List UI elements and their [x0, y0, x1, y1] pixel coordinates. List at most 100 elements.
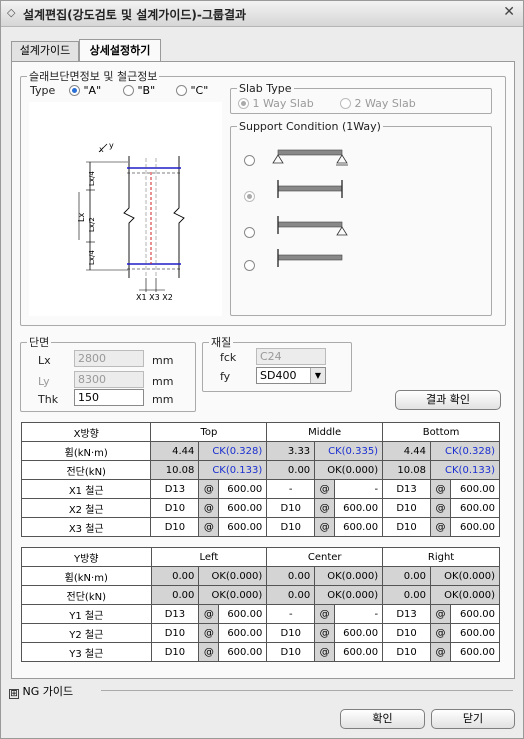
spacing-cell[interactable]: 600.00 [449, 604, 501, 624]
chevron-down-icon[interactable]: ▼ [310, 368, 325, 383]
table-row: X1 철근 D13 @600.00- @ - D13 @600.00 [20, 479, 501, 499]
rebar-size-cell[interactable]: D10 [382, 623, 431, 643]
tab-detail-settings[interactable]: 상세설정하기 [79, 39, 161, 62]
support-1-circle [244, 155, 255, 166]
slab-info-legend: 슬래브단면정보 및 철근정보 [29, 70, 158, 83]
rebar-size-cell[interactable]: - [266, 604, 316, 624]
value-cell: 3.33 [266, 441, 316, 461]
value-cell: 10.08 [382, 460, 432, 480]
axis-x: x [99, 145, 104, 154]
one-way-radio: 1 Way Slab [238, 97, 314, 110]
rebar-size-cell[interactable]: D10 [266, 498, 316, 518]
rebar-size-cell[interactable]: D10 [382, 517, 432, 537]
type-a-radio[interactable]: "A" [69, 84, 101, 97]
simply-supported-beam-icon [272, 149, 348, 166]
rebar-size-cell[interactable]: D13 [382, 479, 432, 499]
spacing-cell[interactable]: 600.00 [334, 517, 384, 537]
spacing-cell[interactable]: 600.00 [218, 498, 268, 518]
spacing-cell[interactable]: 600.00 [449, 517, 501, 537]
spacing-cell[interactable]: - [334, 479, 384, 499]
value-cell: 10.08 [150, 460, 200, 480]
at-cell: @ [429, 642, 451, 662]
two-way-label: 2 Way Slab [354, 97, 416, 110]
tab-panel: 슬래브단면정보 및 철근정보 Type "A" "B" "C" x y Lx/4… [11, 61, 515, 679]
rebar-size-cell[interactable]: D10 [150, 498, 200, 518]
spacing-cell[interactable]: 600.00 [218, 623, 268, 643]
at-cell: @ [314, 623, 336, 643]
support-option-2[interactable] [244, 190, 255, 203]
ratio-cell: OK(0.000) [314, 460, 384, 480]
rebar-size-cell[interactable]: D10 [150, 623, 200, 643]
close-button[interactable]: 닫기 [431, 709, 515, 729]
radio-c-circle [176, 85, 187, 96]
value-cell: 4.44 [382, 441, 432, 461]
rebar-size-cell[interactable]: D13 [150, 604, 200, 624]
table-row: Y1 철근 D13 @600.00- @ - D13 @600.00 [21, 604, 501, 624]
row-label: 휨(kN·m) [20, 441, 152, 461]
at-cell: @ [429, 623, 451, 643]
at-cell: @ [314, 517, 336, 537]
rebar-size-cell[interactable]: D10 [266, 642, 316, 662]
ratio-cell: CK(0.328) [198, 441, 268, 461]
dialog-window: ◇ 설계편집(강도검토 및 설계가이드)-그룹결과 ✕ 설계가이드 상세설정하기… [0, 0, 524, 739]
tab-design-guide[interactable]: 설계가이드 [11, 41, 79, 61]
fck-input[interactable]: C24 [256, 348, 326, 365]
rebar-size-cell[interactable]: D10 [266, 517, 316, 537]
close-icon[interactable]: ✕ [503, 4, 515, 20]
ratio-cell: OK(0.000) [198, 566, 268, 586]
thk-input[interactable]: 150 [74, 389, 144, 406]
spacing-cell[interactable]: 600.00 [218, 517, 268, 537]
rebar-size-cell[interactable]: D10 [382, 498, 432, 518]
ok-button[interactable]: 확인 [340, 709, 425, 729]
column-header: Center [266, 547, 384, 567]
table-row: Y2 철근 D10 @600.00 D10 @600.00 D10 @600.00 [21, 623, 501, 643]
spacing-cell[interactable]: 600.00 [218, 642, 268, 662]
rebar-size-cell[interactable]: D13 [150, 479, 200, 499]
rebar-size-cell[interactable]: D10 [150, 517, 200, 537]
support-option-3[interactable] [244, 226, 255, 239]
table-row: 전단(kN) 0.00 OK(0.000) 0.00 OK(0.000) 0.00 OK(0… [21, 585, 501, 605]
lx-input[interactable]: 2800 [74, 350, 144, 367]
check-result-button[interactable]: 결과 확인 [395, 390, 501, 410]
ng-guide-toggle[interactable]: ⊞ NG 가이드 [9, 683, 73, 699]
type-b-radio[interactable]: "B" [123, 84, 155, 97]
ratio-cell: OK(0.000) [314, 566, 384, 586]
type-label: Type [30, 84, 56, 97]
spacing-cell[interactable]: 600.00 [334, 623, 384, 643]
slab-section-diagram: x y Lx/4 Lx/2 Lx/4 Lx X1 X3 X2 [29, 102, 222, 316]
ly-input[interactable]: 8300 [74, 371, 144, 388]
fy-select[interactable]: SD400 ▼ [256, 367, 326, 384]
type-c-radio[interactable]: "C" [176, 84, 208, 97]
spacing-cell[interactable]: 600.00 [449, 479, 501, 499]
ratio-cell: OK(0.000) [429, 566, 501, 586]
support-option-1[interactable] [244, 154, 255, 167]
spacing-cell[interactable]: - [334, 604, 384, 624]
spacing-cell[interactable]: 600.00 [218, 479, 268, 499]
column-header: Top [150, 422, 268, 442]
rebar-size-cell[interactable]: - [266, 479, 316, 499]
lx-unit: mm [152, 354, 174, 367]
spacing-cell[interactable]: 600.00 [449, 623, 501, 643]
spacing-cell[interactable]: 600.00 [449, 642, 501, 662]
title-bar[interactable]: ◇ 설계편집(강도검토 및 설계가이드)-그룹결과 ✕ [1, 1, 523, 27]
two-way-radio: 2 Way Slab [340, 97, 416, 110]
cantilever-beam-icon [277, 249, 343, 267]
value-cell: 0.00 [266, 566, 316, 586]
at-cell: @ [314, 604, 336, 624]
rebar-size-cell[interactable]: D10 [266, 623, 316, 643]
support-option-4[interactable] [244, 259, 255, 272]
rebar-size-cell[interactable]: D10 [150, 642, 200, 662]
at-cell: @ [198, 642, 220, 662]
axis-y: y [109, 141, 114, 150]
fixed-fixed-beam-icon [277, 180, 343, 198]
rebar-size-cell[interactable]: D13 [382, 604, 431, 624]
thk-label: Thk [38, 393, 59, 406]
spacing-cell[interactable]: 600.00 [449, 498, 501, 518]
spacing-cell[interactable]: 600.00 [218, 604, 268, 624]
spacing-cell[interactable]: 600.00 [334, 642, 384, 662]
spacing-cell[interactable]: 600.00 [334, 498, 384, 518]
window-title: 설계편집(강도검토 및 설계가이드)-그룹결과 [23, 8, 247, 22]
rebar-size-cell[interactable]: D10 [382, 642, 431, 662]
at-cell: @ [198, 479, 220, 499]
row-label: Y1 철근 [21, 604, 152, 624]
